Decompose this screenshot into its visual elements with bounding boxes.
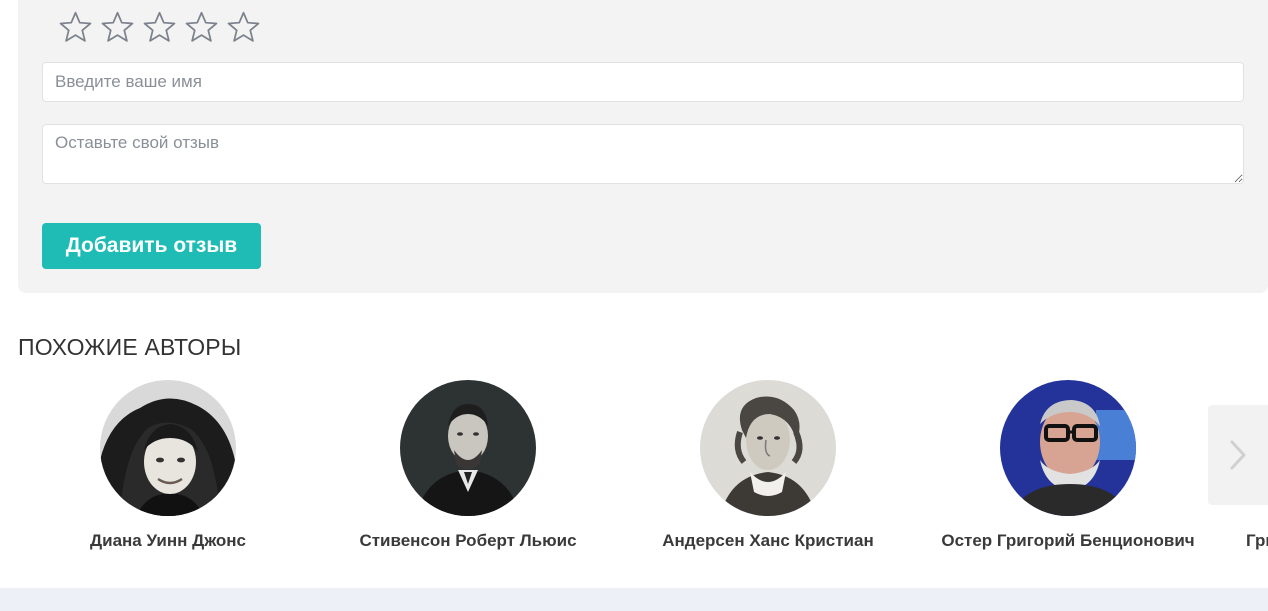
footer-strip <box>0 588 1268 611</box>
author-card[interactable]: Диана Уинн Джонс <box>18 380 318 551</box>
similar-authors-carousel: Диана Уинн Джонс Стивенсон Роберт Льюис <box>0 380 1268 560</box>
add-review-button[interactable]: Добавить отзыв <box>42 223 261 269</box>
author-name: Остер Григорий Бенционович <box>941 531 1195 550</box>
author-avatar <box>400 380 536 516</box>
review-textarea[interactable] <box>42 124 1244 184</box>
author-name: Андерсен Ханс Кристиан <box>662 531 874 550</box>
star-4-icon[interactable] <box>184 10 219 45</box>
chevron-right-icon <box>1226 438 1250 472</box>
rating-stars <box>58 10 261 45</box>
author-avatar <box>700 380 836 516</box>
page: Добавить отзыв ПОХОЖИЕ АВТОРЫ Диана Уинн… <box>0 0 1268 611</box>
star-5-icon[interactable] <box>226 10 261 45</box>
star-2-icon[interactable] <box>100 10 135 45</box>
author-avatar <box>100 380 236 516</box>
author-card[interactable]: Андерсен Ханс Кристиан <box>618 380 918 551</box>
author-name: Гри <box>1246 531 1268 550</box>
star-3-icon[interactable] <box>142 10 177 45</box>
carousel-next-button[interactable] <box>1208 405 1268 505</box>
author-card[interactable]: Стивенсон Роберт Льюис <box>318 380 618 551</box>
author-name: Диана Уинн Джонс <box>90 531 246 550</box>
name-input[interactable] <box>42 62 1244 102</box>
star-1-icon[interactable] <box>58 10 93 45</box>
author-card[interactable]: Остер Григорий Бенционович <box>918 380 1218 551</box>
similar-authors-title: ПОХОЖИЕ АВТОРЫ <box>18 334 242 360</box>
author-avatar <box>1000 380 1136 516</box>
author-name: Стивенсон Роберт Льюис <box>359 531 577 550</box>
